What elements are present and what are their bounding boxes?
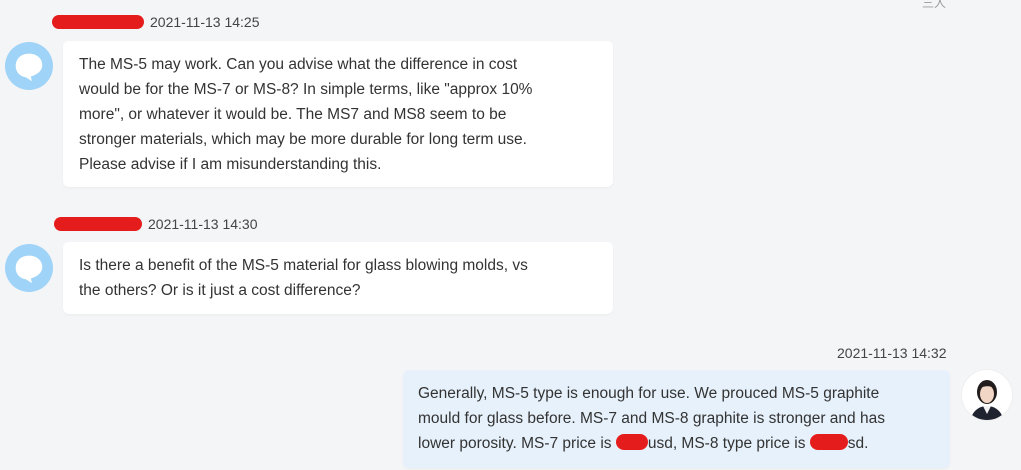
message-1-meta: 2021-11-13 14:25 — [52, 14, 260, 30]
text-segment: usd, MS-8 type price is — [647, 435, 810, 452]
message-1-timestamp: 2021-11-13 14:25 — [150, 14, 260, 30]
message-3-line: lower porosity. MS-7 price is usd, MS-8 … — [418, 431, 934, 456]
message-3-line: mould for glass before. MS-7 and MS-8 gr… — [418, 410, 885, 427]
redacted-price — [809, 434, 848, 450]
message-2-bubble: Is there a benefit of the MS-5 material … — [63, 242, 613, 314]
top-edge-label: 三人 — [922, 0, 947, 10]
message-2-meta: 2021-11-13 14:30 — [54, 216, 258, 232]
message-2-line: Is there a benefit of the MS-5 material … — [79, 257, 528, 274]
message-3-bubble: Generally, MS-5 type is enough for use. … — [403, 370, 950, 468]
user-photo-icon — [962, 370, 1012, 420]
message-1-bubble: The MS-5 may work. Can you advise what t… — [63, 41, 613, 187]
message-1-line: more", or whatever it would be. The MS7 … — [79, 106, 507, 123]
sender-avatar[interactable] — [5, 42, 53, 90]
redacted-sender-name — [54, 217, 142, 231]
message-1-line: stronger materials, which may be more du… — [79, 131, 527, 148]
message-1-line: Please advise if I am misunderstanding t… — [79, 156, 382, 173]
message-1-line: The MS-5 may work. Can you advise what t… — [79, 56, 518, 73]
redacted-sender-name — [52, 15, 144, 29]
text-segment: sd. — [847, 435, 869, 452]
sender-avatar[interactable] — [5, 244, 53, 292]
text-segment: lower porosity. MS-7 price is — [418, 435, 616, 452]
message-2-timestamp: 2021-11-13 14:30 — [148, 216, 258, 232]
message-3-timestamp: 2021-11-13 14:32 — [837, 345, 947, 361]
message-2-line: the others? Or is it just a cost differe… — [79, 282, 361, 299]
redacted-price — [615, 434, 648, 450]
message-1-line: would be for the MS-7 or MS-8? In simple… — [79, 81, 533, 98]
message-3-line: Generally, MS-5 type is enough for use. … — [418, 385, 880, 402]
chat-bubble-icon — [15, 53, 43, 82]
user-avatar[interactable] — [962, 370, 1012, 420]
chat-bubble-icon — [15, 255, 43, 284]
